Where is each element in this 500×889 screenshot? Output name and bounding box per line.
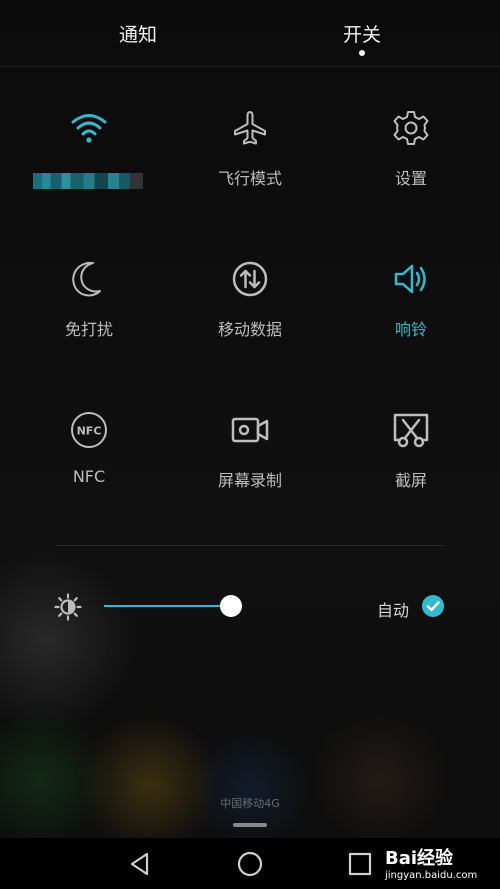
wifi-icon (69, 108, 109, 148)
watermark-url: jingyan.baidu.com (385, 870, 478, 881)
tile-label: 飞行模式 (217, 169, 282, 188)
tile-nfc[interactable]: NFC NFC (14, 410, 164, 520)
airplane-icon (230, 108, 270, 148)
tile-settings[interactable]: 设置 (336, 108, 486, 218)
tile-label: NFC (72, 467, 106, 486)
brightness-icon (54, 593, 82, 621)
tab-notifications[interactable]: 通知 (78, 20, 198, 47)
tile-wifi[interactable] (14, 108, 164, 218)
gear-icon (391, 108, 431, 148)
drag-handle[interactable] (233, 823, 267, 827)
check-icon (426, 601, 440, 612)
tile-screenshot[interactable]: 截屏 (336, 410, 486, 520)
nfc-icon: NFC (69, 410, 109, 450)
moon-icon (69, 259, 109, 299)
recents-icon[interactable] (346, 850, 374, 878)
auto-brightness-label: 自动 (376, 601, 409, 620)
tab-switches[interactable]: 开关 (302, 20, 422, 47)
tile-ringer[interactable]: 响铃 (336, 259, 486, 369)
tile-label: 响铃 (394, 320, 427, 339)
tile-mobile-data[interactable]: 移动数据 (175, 259, 325, 369)
speaker-icon (391, 259, 431, 299)
watermark-logo: Bai经验 (385, 848, 454, 869)
video-camera-icon (230, 410, 270, 450)
tile-label: 截屏 (394, 471, 427, 490)
data-arrows-icon (230, 259, 270, 299)
tile-screen-record[interactable]: 屏幕录制 (175, 410, 325, 520)
tile-label: 屏幕录制 (217, 471, 282, 490)
tile-label: 免打扰 (64, 320, 113, 339)
tile-do-not-disturb[interactable]: 免打扰 (14, 259, 164, 369)
back-icon[interactable] (126, 850, 154, 878)
auto-brightness-checkbox[interactable] (422, 595, 444, 617)
active-tab-indicator (359, 50, 365, 56)
svg-text:NFC: NFC (77, 425, 102, 438)
tile-label: 设置 (394, 169, 427, 188)
tile-label: 移动数据 (217, 320, 282, 339)
carrier-label: 中国移动4G (220, 797, 280, 810)
scissors-icon (391, 410, 431, 450)
tile-airplane-mode[interactable]: 飞行模式 (175, 108, 325, 218)
panel-header: 通知 开关 (0, 0, 500, 67)
brightness-slider-track[interactable] (104, 605, 232, 607)
wifi-name-redaction (33, 173, 143, 189)
divider (56, 545, 444, 546)
watermark: Bai经验 jingyan.baidu.com (385, 844, 495, 886)
brightness-slider-thumb[interactable] (220, 595, 242, 617)
home-icon[interactable] (236, 850, 264, 878)
